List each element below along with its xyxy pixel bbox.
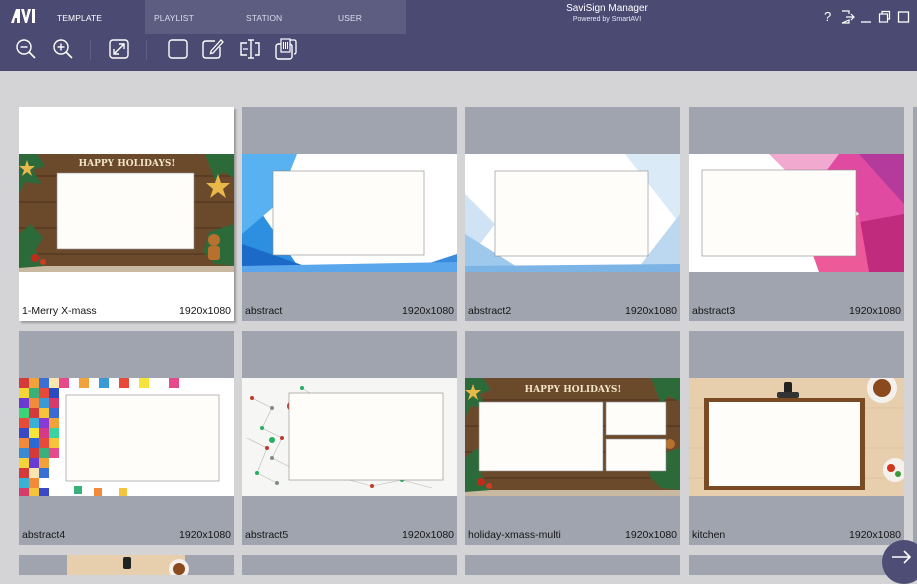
template-resolution: 1920x1080 xyxy=(625,529,677,541)
template-thumbnail xyxy=(67,555,189,575)
tab-station-manager[interactable]: STATION MANAGER xyxy=(237,0,329,59)
tab-playlist-manager[interactable]: PLAYLIST MANAGER xyxy=(145,0,237,59)
template-card-abstract2[interactable]: abstract2 1920x1080 xyxy=(465,107,680,321)
template-card-merry-xmass[interactable]: HAPPY HOLIDAYS! 1-Merry X-mass 1920x1080 xyxy=(19,107,234,321)
template-resolution: 1920x1080 xyxy=(625,305,677,317)
template-name: kitchen xyxy=(692,529,726,541)
app-title: SaviSign Manager Powered by SmartAVI xyxy=(532,3,682,24)
next-column-edge xyxy=(913,107,917,575)
template-thumbnail: HAPPY HOLIDAYS! xyxy=(465,378,680,496)
template-name: abstract3 xyxy=(692,305,736,317)
template-card-abstract3[interactable]: abstract3 1920x1080 xyxy=(689,107,904,321)
template-thumbnail xyxy=(465,154,680,272)
template-name: abstract4 xyxy=(22,529,66,541)
title-bar: TEMPLATE MANAGER PLAYLIST MANAGER STATIO… xyxy=(0,0,917,59)
template-resolution: 1920x1080 xyxy=(179,529,231,541)
logout-icon[interactable] xyxy=(841,9,855,25)
fullscreen-icon[interactable] xyxy=(105,34,133,64)
tab-template-manager[interactable]: TEMPLATE MANAGER xyxy=(48,0,145,59)
template-card-partial[interactable] xyxy=(689,555,904,575)
next-page-button[interactable] xyxy=(882,540,917,584)
template-resolution: 1920x1080 xyxy=(179,305,231,317)
template-resolution: 1920x1080 xyxy=(849,305,901,317)
template-name: abstract xyxy=(245,305,283,317)
template-thumbnail xyxy=(689,154,904,272)
app-name: SaviSign Manager xyxy=(566,3,648,14)
help-icon[interactable]: ? xyxy=(824,9,836,25)
template-name: abstract2 xyxy=(468,305,512,317)
zoom-out-icon[interactable] xyxy=(12,34,40,64)
template-card-abstract[interactable]: abstract 1920x1080 xyxy=(242,107,457,321)
template-thumbnail xyxy=(242,378,457,496)
delete-template-icon[interactable] xyxy=(272,34,300,64)
template-name: 1-Merry X-mass xyxy=(22,305,97,317)
template-name: holiday-xmass-multi xyxy=(468,529,561,541)
app-subtitle: Powered by SmartAVI xyxy=(572,16,642,23)
template-resolution: 1920x1080 xyxy=(849,529,901,541)
rename-template-icon[interactable] xyxy=(236,34,264,64)
tab-user-manager[interactable]: USER MANAGER xyxy=(329,0,406,59)
maximize-icon[interactable] xyxy=(897,9,910,25)
template-thumbnail xyxy=(19,378,234,496)
template-thumbnail xyxy=(242,154,457,272)
template-card-holiday-xmass-multi[interactable]: HAPPY HOLIDAYS! holiday-xmass-multi 1920… xyxy=(465,331,680,545)
minimize-icon[interactable] xyxy=(860,9,872,25)
toolbar xyxy=(0,34,917,71)
template-resolution: 1920x1080 xyxy=(402,529,454,541)
thumbnail-banner-text: HAPPY HOLIDAYS! xyxy=(79,159,176,169)
template-resolution: 1920x1080 xyxy=(402,305,454,317)
zoom-in-icon[interactable] xyxy=(49,34,77,64)
template-card-partial[interactable] xyxy=(19,555,234,575)
template-card-partial[interactable] xyxy=(242,555,457,575)
arrow-right-icon xyxy=(892,550,912,564)
restore-icon[interactable] xyxy=(878,9,891,25)
template-card-partial[interactable] xyxy=(465,555,680,575)
edit-template-icon[interactable] xyxy=(199,34,227,64)
template-thumbnail: HAPPY HOLIDAYS! xyxy=(19,154,234,272)
template-name: abstract5 xyxy=(245,529,289,541)
thumbnail-banner-text: HAPPY HOLIDAYS! xyxy=(525,385,622,395)
template-card-kitchen[interactable]: kitchen 1920x1080 xyxy=(689,331,904,545)
toolbar-divider xyxy=(146,40,147,60)
new-template-icon[interactable] xyxy=(164,34,192,64)
template-thumbnail xyxy=(689,378,904,496)
template-card-abstract4[interactable]: abstract4 1920x1080 xyxy=(19,331,234,545)
template-card-abstract5[interactable]: abstract5 1920x1080 xyxy=(242,331,457,545)
toolbar-divider xyxy=(90,40,91,60)
avi-logo xyxy=(11,9,35,23)
